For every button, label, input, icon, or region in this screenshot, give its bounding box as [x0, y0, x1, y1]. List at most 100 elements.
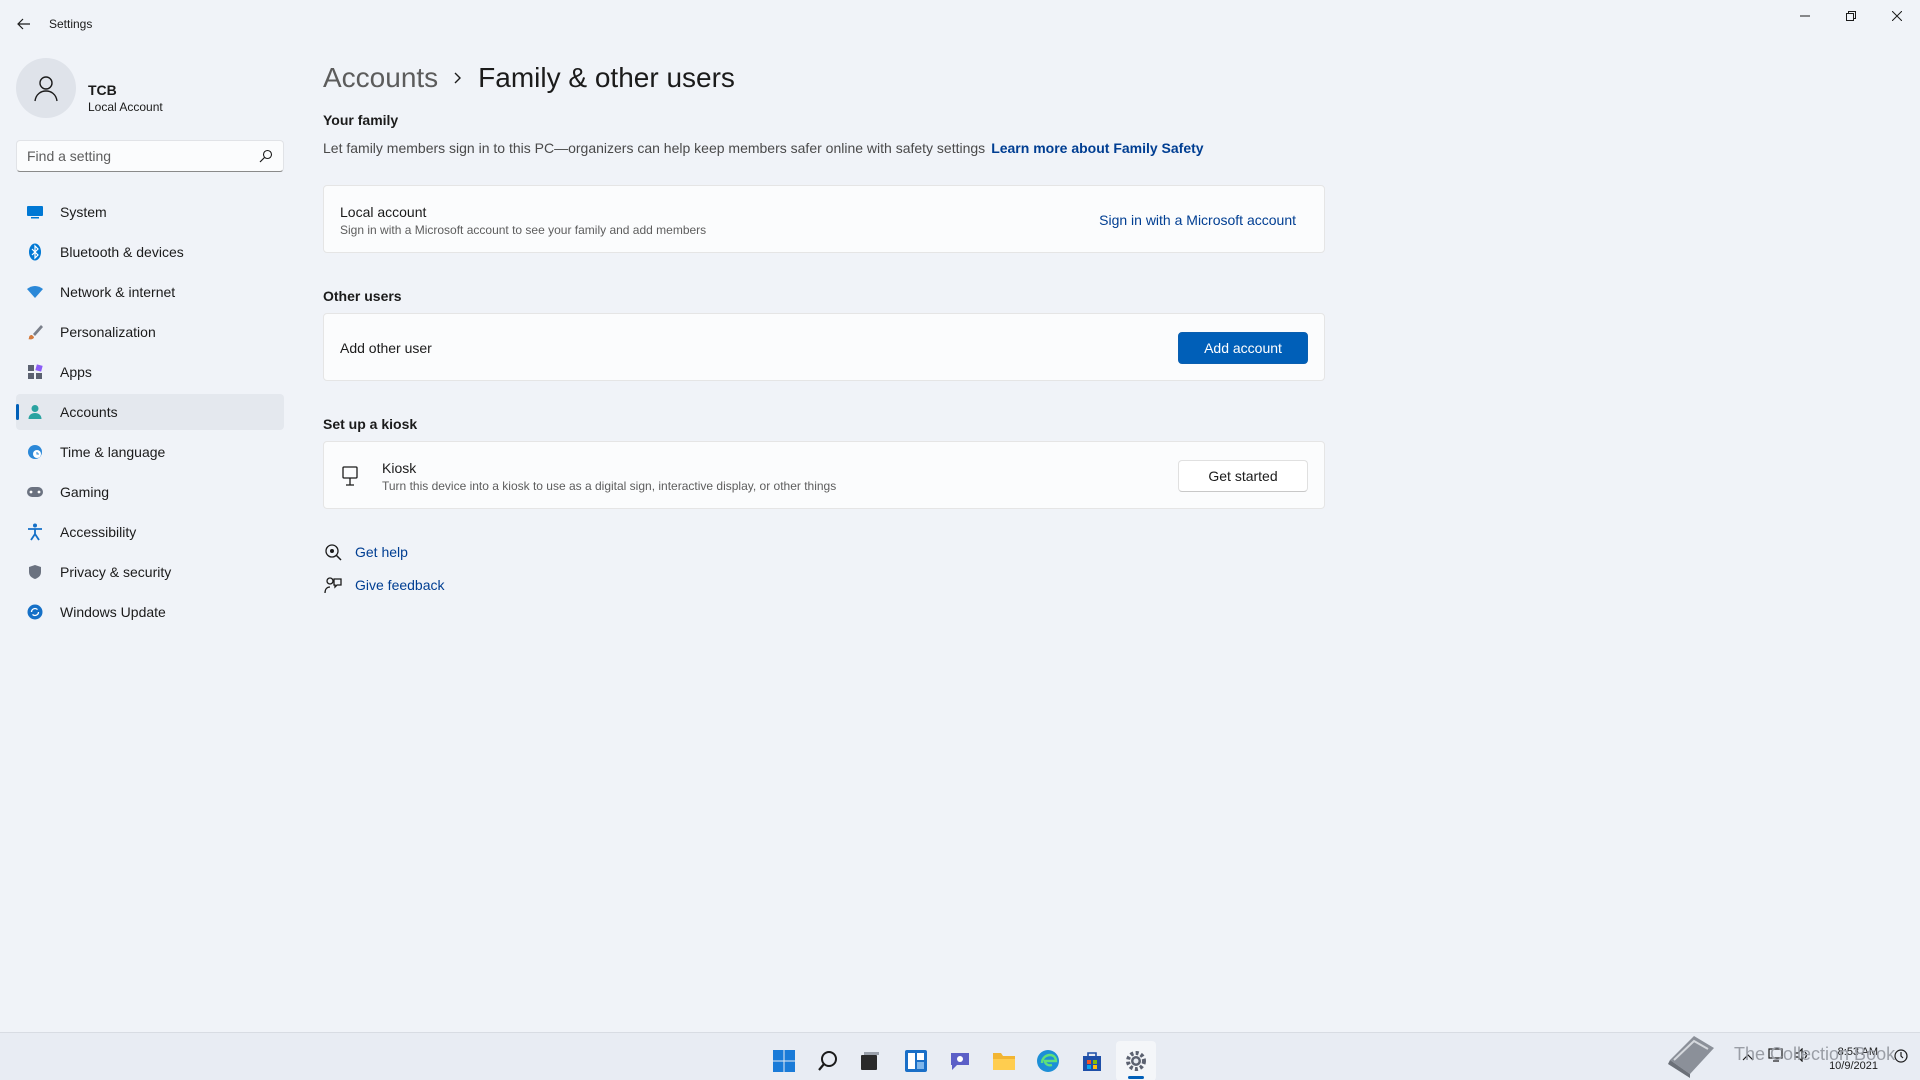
minimize-icon	[1800, 15, 1810, 17]
sidebar-item-accounts[interactable]: Accounts	[16, 394, 284, 430]
sidebar-item-accessibility[interactable]: Accessibility	[16, 514, 284, 550]
family-description: Let family members sign in to this PC—or…	[323, 140, 1204, 156]
get-help-label: Get help	[355, 544, 408, 560]
sidebar-item-bluetooth[interactable]: Bluetooth & devices	[16, 234, 284, 270]
search-input[interactable]	[17, 141, 247, 171]
profile-name: TCB	[88, 82, 117, 98]
section-title-your-family: Your family	[323, 112, 399, 128]
sidebar-item-windows-update[interactable]: Windows Update	[16, 594, 284, 630]
task-view-button[interactable]	[850, 1041, 890, 1080]
sidebar-item-label: Time & language	[60, 444, 166, 460]
sidebar-item-personalization[interactable]: Personalization	[16, 314, 284, 350]
give-feedback-link[interactable]: Give feedback	[323, 573, 445, 597]
sidebar-item-label: Privacy & security	[60, 564, 172, 580]
chat-icon	[951, 1053, 969, 1070]
wifi-icon	[26, 283, 44, 301]
section-title-kiosk: Set up a kiosk	[323, 416, 418, 432]
search-box[interactable]	[16, 140, 284, 172]
sidebar-nav: System Bluetooth & devices Network & int…	[16, 194, 284, 634]
sidebar-item-label: Accounts	[60, 404, 118, 420]
give-feedback-label: Give feedback	[355, 577, 445, 593]
file-explorer-button[interactable]	[984, 1041, 1024, 1080]
settings-taskbar-button[interactable]	[1116, 1041, 1156, 1080]
app-title: Settings	[49, 17, 93, 31]
taskbar: 8:53 AM 10/9/2021	[0, 1032, 1920, 1080]
page-title: Family & other users	[478, 62, 735, 93]
watermark-text: The Collection Book	[1734, 1044, 1896, 1064]
back-arrow-icon	[17, 18, 30, 30]
back-button[interactable]	[12, 12, 36, 36]
file-explorer-icon	[993, 1053, 1015, 1070]
person-icon	[26, 403, 44, 421]
breadcrumb: Accounts Family & other users	[323, 58, 735, 98]
local-account-card: Local account Sign in with a Microsoft a…	[323, 185, 1325, 253]
edge-icon	[1037, 1050, 1059, 1072]
add-other-user-label: Add other user	[340, 340, 432, 356]
shield-icon	[26, 563, 44, 581]
kiosk-title: Kiosk	[382, 460, 417, 476]
feedback-icon	[323, 575, 343, 595]
search-icon[interactable]	[259, 149, 273, 163]
settings-icon	[1126, 1051, 1146, 1071]
watermark: The Collection Book	[1664, 1030, 1904, 1080]
restore-button[interactable]	[1828, 6, 1874, 26]
get-help-icon	[323, 542, 343, 562]
section-title-other-users: Other users	[323, 288, 402, 304]
local-account-subtitle: Sign in with a Microsoft account to see …	[340, 223, 707, 237]
apps-icon	[26, 363, 44, 381]
sidebar-item-label: Accessibility	[60, 524, 137, 540]
sign-in-microsoft-account-link[interactable]: Sign in with a Microsoft account	[1099, 212, 1296, 228]
globe-clock-icon	[26, 443, 44, 461]
get-started-button[interactable]: Get started	[1178, 460, 1308, 492]
sidebar: TCB Local Account System Bluetooth & dev…	[0, 48, 300, 1028]
start-button[interactable]	[764, 1041, 804, 1080]
book-logo-icon	[1664, 1030, 1720, 1080]
search-icon	[818, 1051, 837, 1071]
sidebar-item-label: Gaming	[60, 484, 110, 500]
brush-icon	[26, 323, 44, 341]
restore-icon	[1846, 11, 1856, 21]
controller-icon	[26, 483, 44, 501]
kiosk-card: Kiosk Turn this device into a kiosk to u…	[323, 441, 1325, 509]
avatar	[16, 58, 76, 118]
taskbar-search-button[interactable]	[808, 1041, 848, 1080]
start-icon	[773, 1050, 795, 1072]
sidebar-item-label: Personalization	[60, 324, 156, 340]
edge-button[interactable]	[1028, 1041, 1068, 1080]
sidebar-item-gaming[interactable]: Gaming	[16, 474, 284, 510]
widgets-button[interactable]	[896, 1041, 936, 1080]
sidebar-item-privacy[interactable]: Privacy & security	[16, 554, 284, 590]
add-account-button[interactable]: Add account	[1178, 332, 1308, 364]
sidebar-item-label: Network & internet	[60, 284, 176, 300]
chevron-right-icon	[454, 72, 462, 84]
close-button[interactable]	[1874, 6, 1920, 26]
chat-button[interactable]	[940, 1041, 980, 1080]
accessibility-icon	[26, 523, 44, 541]
sidebar-item-system[interactable]: System	[16, 194, 284, 230]
sidebar-item-apps[interactable]: Apps	[16, 354, 284, 390]
sidebar-item-label: Apps	[60, 364, 92, 380]
get-help-link[interactable]: Get help	[323, 540, 408, 564]
store-icon	[1083, 1052, 1101, 1071]
kiosk-icon	[342, 466, 358, 491]
family-description-text: Let family members sign in to this PC—or…	[323, 140, 986, 156]
system-icon	[26, 203, 44, 221]
bluetooth-icon	[26, 243, 44, 261]
add-other-user-card: Add other user Add account	[323, 313, 1325, 381]
store-button[interactable]	[1072, 1041, 1112, 1080]
widgets-icon	[905, 1050, 927, 1072]
update-icon	[26, 603, 44, 621]
sidebar-item-network[interactable]: Network & internet	[16, 274, 284, 310]
sidebar-item-label: Bluetooth & devices	[60, 244, 184, 260]
local-account-title: Local account	[340, 204, 427, 220]
kiosk-subtitle: Turn this device into a kiosk to use as …	[382, 479, 837, 493]
sidebar-item-label: Windows Update	[60, 604, 166, 620]
sidebar-item-time-language[interactable]: Time & language	[16, 434, 284, 470]
minimize-button[interactable]	[1782, 6, 1828, 26]
person-avatar-icon	[34, 76, 58, 102]
sidebar-item-label: System	[60, 204, 107, 220]
user-profile[interactable]: TCB Local Account	[16, 58, 296, 120]
breadcrumb-parent[interactable]: Accounts	[323, 62, 438, 94]
profile-account-type: Local Account	[88, 100, 163, 114]
learn-more-family-safety-link[interactable]: Learn more about Family Safety	[991, 140, 1203, 156]
